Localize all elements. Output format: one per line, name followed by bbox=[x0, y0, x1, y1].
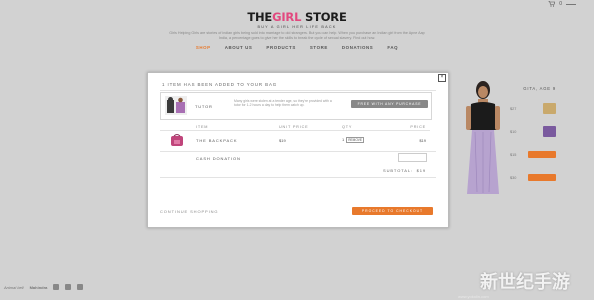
col-qty: QTY bbox=[342, 124, 353, 129]
tutor-image bbox=[165, 96, 187, 115]
cart-row: THE BACKPACK $19 1 REMOVE $19 bbox=[160, 133, 430, 149]
checkout-button[interactable]: PROCEED TO CHECKOUT bbox=[352, 207, 433, 215]
subtotal-row: SUBTOTAL: $19 bbox=[160, 166, 430, 176]
nav-donations[interactable]: DONATIONS bbox=[342, 45, 373, 50]
nav-about-us[interactable]: ABOUT US bbox=[225, 45, 253, 50]
nav-shop[interactable]: SHOP bbox=[196, 45, 211, 50]
site-logo[interactable]: THEGIRL STORE bbox=[0, 10, 594, 24]
footer-brand[interactable]: Animal bell bbox=[4, 285, 24, 290]
nav-products[interactable]: PRODUCTS bbox=[266, 45, 295, 50]
logo-text-the: THE bbox=[247, 10, 273, 24]
item-qty: 1 REMOVE bbox=[342, 137, 365, 143]
logo-text-store: STORE bbox=[301, 10, 347, 24]
gita-price: $27 bbox=[510, 106, 517, 111]
facebook-icon[interactable] bbox=[53, 284, 60, 290]
tagline: BUY A GIRL HER LIFE BACK bbox=[257, 25, 337, 29]
cart-count: 0 bbox=[559, 1, 562, 7]
cash-donation-label: CASH DONATION bbox=[196, 156, 241, 161]
gita-row[interactable]: $10 bbox=[510, 120, 556, 143]
nav-faq[interactable]: FAQ bbox=[387, 45, 398, 50]
footer-partner[interactable]: Mahindra bbox=[30, 285, 48, 290]
item-name: THE BACKPACK bbox=[196, 138, 238, 143]
col-unit-price: UNIT PRICE bbox=[279, 124, 309, 129]
nav-store[interactable]: STORE bbox=[310, 45, 328, 50]
subtotal-value: $19 bbox=[416, 168, 426, 173]
gita-price: $30 bbox=[510, 175, 517, 180]
footer: Animal bell Mahindra bbox=[4, 284, 84, 290]
col-price: PRICE bbox=[410, 124, 426, 129]
close-icon[interactable]: × bbox=[438, 74, 446, 82]
gita-title: GITA, AGE 9 bbox=[523, 86, 556, 91]
gita-buy-button[interactable] bbox=[528, 151, 556, 158]
added-message: 1 ITEM HAS BEEN ADDED TO YOUR BAG bbox=[162, 82, 278, 87]
twitter-icon[interactable] bbox=[65, 284, 72, 290]
product-thumb[interactable] bbox=[543, 103, 556, 114]
gita-row[interactable]: $15 bbox=[510, 143, 556, 166]
tutor-label: TUTOR bbox=[195, 104, 213, 109]
item-total: $19 bbox=[419, 138, 426, 143]
intro-text: Girls Helping Girls are stories of india… bbox=[169, 31, 425, 41]
watermark-url: www.yokolin.com bbox=[458, 294, 489, 299]
gita-buy-button[interactable] bbox=[528, 174, 556, 181]
qty-value[interactable]: 1 bbox=[342, 137, 344, 142]
divider bbox=[160, 90, 436, 91]
model-photo bbox=[463, 80, 503, 198]
main-nav: SHOP ABOUT US PRODUCTS STORE DONATIONS F… bbox=[0, 45, 594, 50]
backpack-image bbox=[170, 133, 184, 146]
cart-area[interactable]: 0 bbox=[548, 1, 576, 7]
gita-row[interactable]: $27 bbox=[510, 97, 556, 120]
subtotal-label: SUBTOTAL: bbox=[383, 168, 413, 173]
item-unit-price: $19 bbox=[279, 138, 286, 143]
share-icon[interactable] bbox=[77, 284, 84, 290]
cart-modal: × 1 ITEM HAS BEEN ADDED TO YOUR BAG TUTO… bbox=[147, 72, 449, 228]
product-thumb[interactable] bbox=[543, 126, 556, 137]
divider bbox=[160, 151, 436, 152]
cart-bar bbox=[566, 3, 576, 5]
free-with-purchase-button[interactable]: FREE WITH ANY PURCHASE bbox=[351, 100, 428, 108]
gita-row[interactable]: $30 bbox=[510, 166, 556, 189]
tutor-description: Many girls were stolen at a tender age, … bbox=[234, 99, 332, 108]
watermark: 新世纪手游 bbox=[480, 272, 570, 293]
cart-table-header: ITEM UNIT PRICE QTY PRICE bbox=[160, 123, 430, 131]
cash-donation-input[interactable] bbox=[398, 153, 427, 162]
divider bbox=[160, 177, 436, 178]
cart-icon[interactable] bbox=[548, 1, 556, 7]
continue-shopping-link[interactable]: CONTINUE SHOPPING bbox=[160, 209, 218, 214]
tutor-offer: TUTOR Many girls were stolen at a tender… bbox=[160, 92, 432, 120]
logo-text-girl: GIRL bbox=[272, 10, 302, 24]
site-header: THEGIRL STORE BUY A GIRL HER LIFE BACK bbox=[0, 10, 594, 29]
gita-price: $10 bbox=[510, 129, 517, 134]
cash-donation-row: CASH DONATION bbox=[160, 153, 430, 163]
gita-price: $15 bbox=[510, 152, 517, 157]
gita-panel: GITA, AGE 9 $27 $10 $15 $30 bbox=[510, 86, 556, 189]
remove-button[interactable]: REMOVE bbox=[346, 137, 365, 143]
col-item: ITEM bbox=[196, 124, 209, 129]
